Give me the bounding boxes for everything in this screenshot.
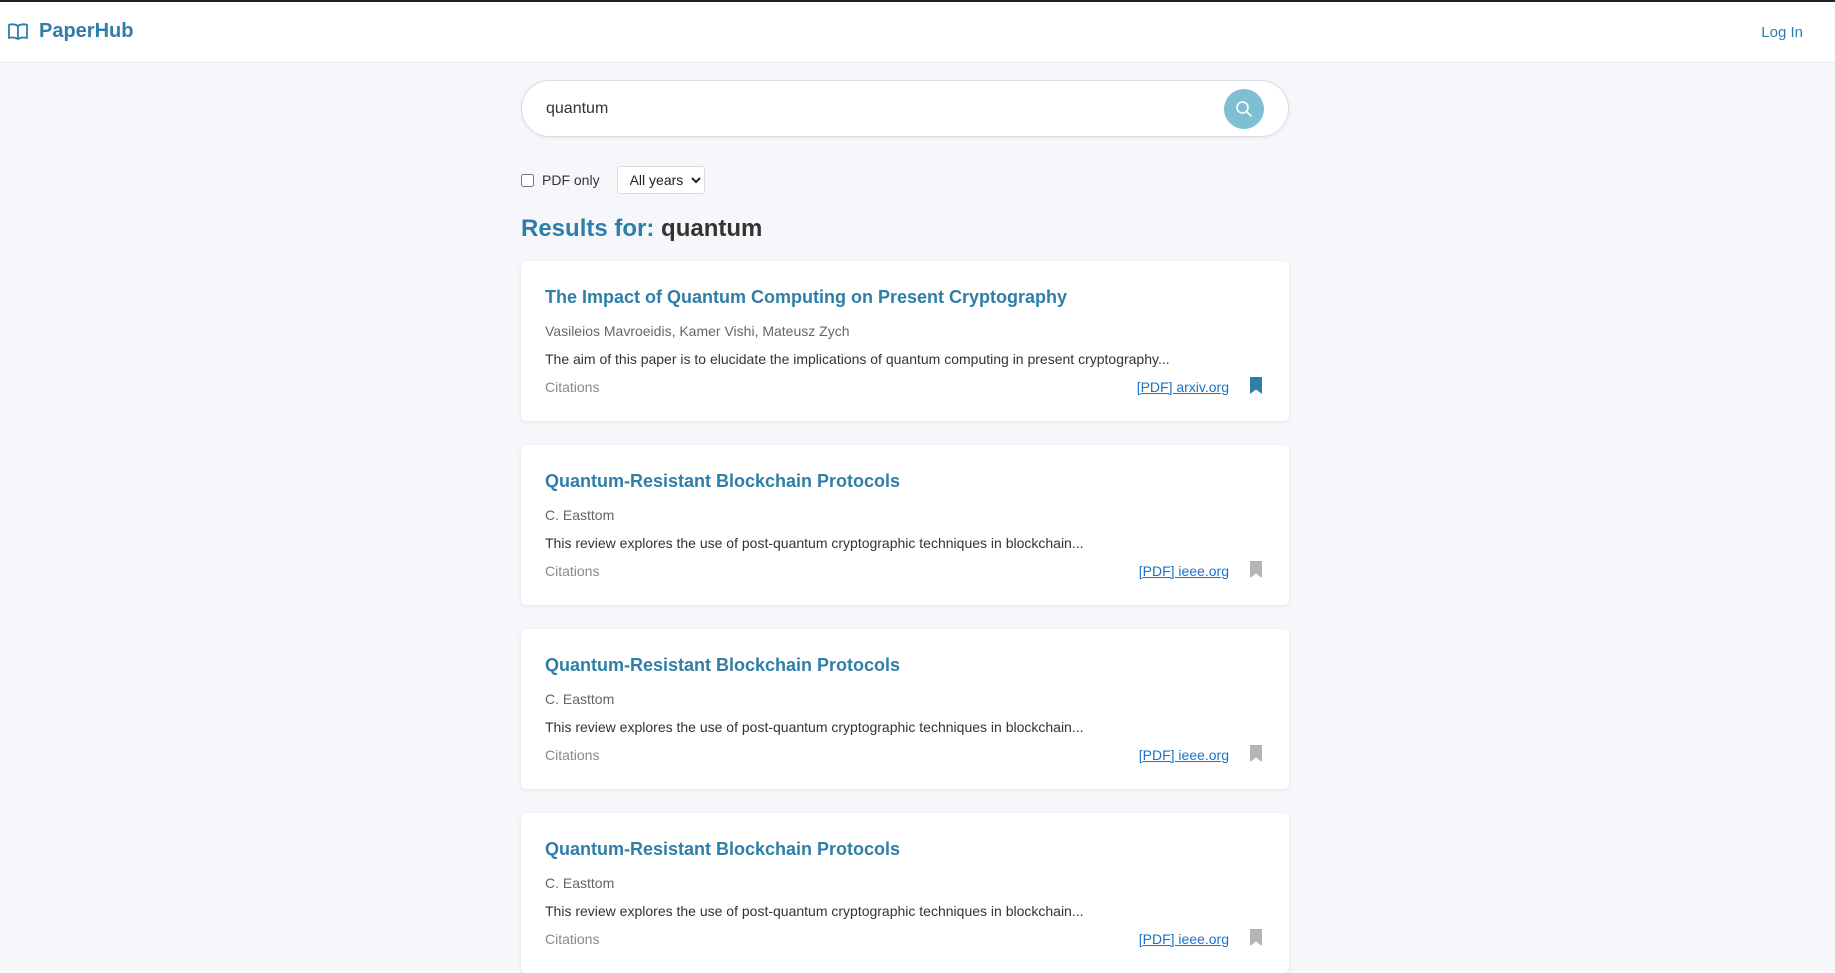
- result-abstract: The aim of this paper is to elucidate th…: [545, 351, 1170, 367]
- citations-link[interactable]: Citations: [545, 747, 599, 763]
- result-title-link[interactable]: The Impact of Quantum Computing on Prese…: [545, 287, 1067, 308]
- result-abstract: This review explores the use of post-qua…: [545, 535, 1084, 551]
- navbar: PaperHub Log In: [0, 2, 1835, 63]
- result-abstract: This review explores the use of post-qua…: [545, 719, 1084, 735]
- pdf-link[interactable]: [PDF] ieee.org: [1139, 563, 1229, 579]
- search-input[interactable]: [546, 95, 1186, 123]
- citations-link[interactable]: Citations: [545, 931, 599, 947]
- search-button[interactable]: [1224, 89, 1264, 129]
- result-authors: C. Easttom: [545, 691, 615, 707]
- result-authors: C. Easttom: [545, 875, 615, 891]
- citations-link[interactable]: Citations: [545, 563, 599, 579]
- main-content: PDF only All years Results for: quantum …: [521, 80, 1289, 973]
- result-authors: C. Easttom: [545, 507, 615, 523]
- bookmark-icon: [1250, 561, 1262, 578]
- result-title-link[interactable]: Quantum-Resistant Blockchain Protocols: [545, 655, 900, 676]
- pdf-link[interactable]: [PDF] ieee.org: [1139, 931, 1229, 947]
- results-heading-query: quantum: [661, 215, 763, 242]
- bookmark-button[interactable]: [1249, 377, 1263, 399]
- bookmark-button[interactable]: [1249, 561, 1263, 583]
- login-link[interactable]: Log In: [1761, 24, 1803, 41]
- bookmark-icon: [1250, 745, 1262, 762]
- result-authors: Vasileios Mavroeidis, Kamer Vishi, Mateu…: [545, 323, 850, 339]
- result-card: Quantum-Resistant Blockchain Protocols C…: [521, 813, 1289, 973]
- result-card: Quantum-Resistant Blockchain Protocols C…: [521, 445, 1289, 605]
- citations-link[interactable]: Citations: [545, 379, 599, 395]
- result-title-link[interactable]: Quantum-Resistant Blockchain Protocols: [545, 839, 900, 860]
- pdf-only-checkbox[interactable]: [521, 173, 534, 187]
- result-abstract: This review explores the use of post-qua…: [545, 903, 1084, 919]
- result-card: The Impact of Quantum Computing on Prese…: [521, 261, 1289, 421]
- pdf-link[interactable]: [PDF] arxiv.org: [1137, 379, 1229, 395]
- result-title-link[interactable]: Quantum-Resistant Blockchain Protocols: [545, 471, 900, 492]
- year-filter-select[interactable]: All years: [616, 166, 705, 194]
- open-book-icon: [8, 23, 28, 40]
- bookmark-button[interactable]: [1249, 929, 1263, 951]
- results-heading-prefix: Results for:: [521, 215, 655, 242]
- search-icon: [1236, 101, 1252, 117]
- bookmark-button[interactable]: [1249, 745, 1263, 767]
- pdf-only-label: PDF only: [542, 172, 600, 188]
- result-card: Quantum-Resistant Blockchain Protocols C…: [521, 629, 1289, 789]
- search-bar: [521, 80, 1289, 137]
- brand-link[interactable]: PaperHub: [8, 20, 133, 43]
- brand-name: PaperHub: [39, 20, 134, 42]
- results-heading: Results for: quantum: [521, 215, 762, 243]
- bookmark-icon: [1250, 377, 1262, 394]
- pdf-link[interactable]: [PDF] ieee.org: [1139, 747, 1229, 763]
- filters-bar: PDF only All years: [521, 166, 705, 194]
- bookmark-icon: [1250, 929, 1262, 946]
